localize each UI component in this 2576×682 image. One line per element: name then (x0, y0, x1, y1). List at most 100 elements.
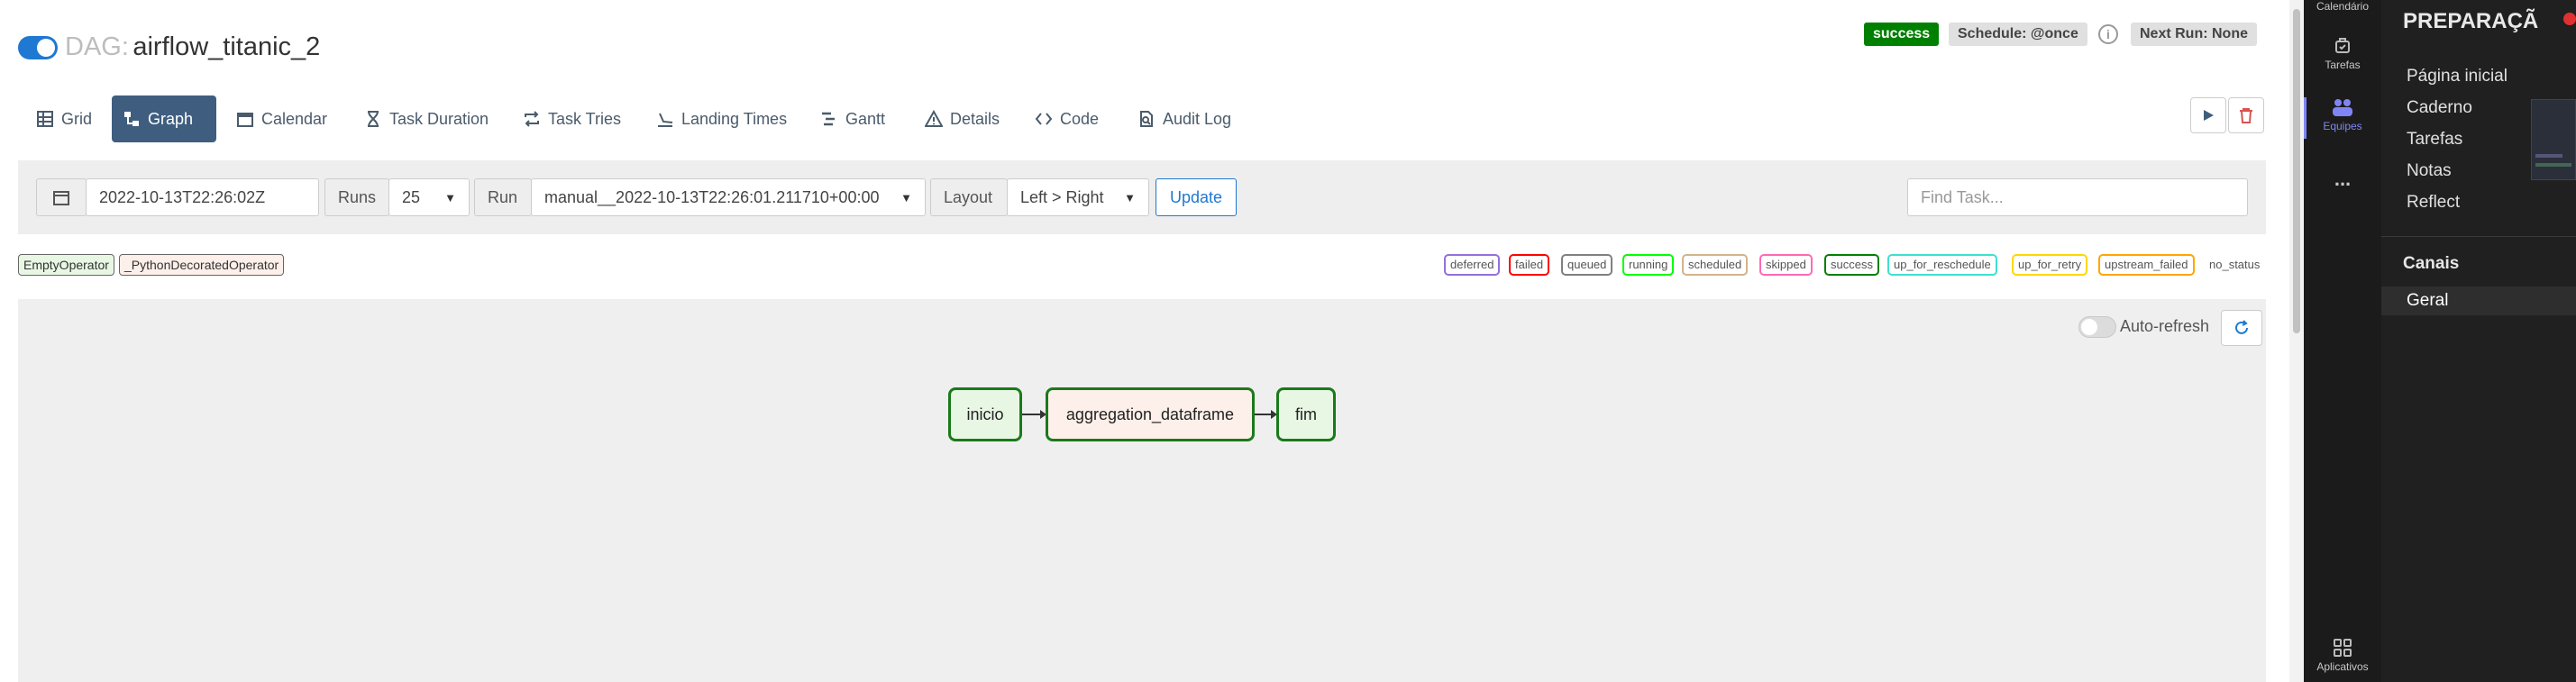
info-icon[interactable]: i (2098, 24, 2118, 44)
state-scheduled: scheduled (1682, 254, 1749, 276)
graph-canvas[interactable] (18, 299, 2266, 682)
rail-item-label: Equipes (2323, 120, 2362, 132)
graph-controls-bar: 2022-10-13T22:26:02Z Runs 25 ▼ Run manua… (18, 160, 2266, 234)
tab-audit-log[interactable]: Audit Log (1127, 95, 1242, 142)
dag-title: DAG: airflow_titanic_2 (65, 32, 320, 62)
tab-grid[interactable]: Grid (25, 95, 103, 142)
auto-refresh-toggle[interactable] (2078, 316, 2116, 338)
state-no-status: no_status (2209, 258, 2261, 271)
nav-link-tasks[interactable]: Tarefas (2407, 130, 2462, 150)
tab-calendar[interactable]: Calendar (225, 95, 338, 142)
rail-item-label: Tarefas (2325, 59, 2361, 71)
find-task-input[interactable]: Find Task... (1907, 178, 2248, 216)
tab-graph[interactable]: Graph (112, 95, 216, 142)
tab-label: Audit Log (1163, 109, 1232, 128)
rail-item-tasks[interactable]: Tarefas (2304, 36, 2381, 71)
nav-link-home[interactable]: Página inicial (2407, 67, 2507, 86)
tab-gantt[interactable]: Gantt (809, 95, 896, 142)
tab-details[interactable]: Details (914, 95, 1010, 142)
channel-label: Geral (2407, 291, 2449, 310)
runs-label: Runs (324, 178, 389, 216)
tasks-icon (2335, 38, 2350, 53)
operator-legend-empty: EmptyOperator (18, 254, 114, 276)
state-queued: queued (1561, 254, 1613, 276)
rail-item-calendar[interactable]: Calendário (2304, 0, 2381, 13)
nav-link-notes[interactable]: Notas (2407, 161, 2452, 181)
run-select[interactable]: manual__2022-10-13T22:26:01.211710+00:00… (531, 178, 926, 216)
rail-item-label: Calendário (2316, 0, 2370, 13)
channels-heading: Canais (2403, 254, 2460, 273)
airflow-app: DAG: airflow_titanic_2 success Schedule:… (0, 0, 2289, 682)
dag-prefix: DAG: (65, 32, 129, 61)
panel-divider (2381, 236, 2576, 237)
update-button[interactable]: Update (1156, 178, 1237, 216)
task-node-aggregation-dataframe[interactable]: aggregation_dataframe (1046, 387, 1255, 441)
team-thumbnail (2531, 99, 2576, 180)
tab-task-duration[interactable]: Task Duration (353, 95, 499, 142)
tab-task-tries[interactable]: Task Tries (512, 95, 632, 142)
code-icon (1035, 113, 1053, 125)
rail-item-label: Aplicativos (2316, 660, 2369, 673)
rail-item-apps[interactable]: Aplicativos (2304, 638, 2381, 673)
delete-dag-button[interactable] (2228, 97, 2264, 133)
tab-code[interactable]: Code (1024, 95, 1110, 142)
apps-icon (2334, 639, 2352, 657)
tab-landing-times[interactable]: Landing Times (645, 95, 798, 142)
teams-channel-panel: PREPARAÇÃ Página inicial Caderno Tarefas… (2381, 0, 2576, 682)
state-skipped: skipped (1759, 254, 1813, 276)
channel-item-geral[interactable]: Geral (2381, 286, 2576, 315)
nav-link-reflect[interactable]: Reflect (2407, 193, 2460, 213)
warning-icon (925, 110, 943, 127)
state-failed: failed (1509, 254, 1550, 276)
layout-label: Layout (930, 178, 1008, 216)
grid-icon (37, 111, 53, 127)
tab-label: Graph (148, 109, 194, 128)
tab-label: Landing Times (681, 109, 788, 128)
date-picker-button[interactable] (36, 178, 87, 216)
trigger-dag-button[interactable] (2190, 97, 2226, 133)
chevron-down-icon: ▼ (900, 190, 912, 205)
dag-pause-toggle[interactable] (18, 36, 58, 59)
rail-item-teams[interactable]: Equipes (2304, 97, 2381, 139)
page-scrollbar[interactable] (2289, 0, 2304, 682)
schedule-badge: Schedule: @once (1949, 23, 2087, 46)
hourglass-icon (368, 111, 379, 127)
tab-label: Grid (61, 109, 93, 128)
more-icon[interactable]: ... (2304, 168, 2381, 191)
tab-label: Task Tries (548, 109, 622, 128)
state-upstream-failed: upstream_failed (2098, 254, 2195, 276)
layout-value: Left > Right (1020, 187, 1104, 206)
execution-date-input[interactable]: 2022-10-13T22:26:02Z (86, 178, 319, 216)
operator-legend-python: _PythonDecoratedOperator (119, 254, 285, 276)
state-deferred: deferred (1444, 254, 1501, 276)
task-node-inicio[interactable]: inicio (948, 387, 1022, 441)
state-up-for-reschedule: up_for_reschedule (1887, 254, 1997, 276)
play-icon (2204, 110, 2214, 121)
layout-select[interactable]: Left > Right ▼ (1007, 178, 1149, 216)
tab-label: Gantt (845, 109, 886, 128)
edge-arrow-icon (1022, 410, 1046, 419)
chevron-down-icon: ▼ (444, 190, 456, 205)
teams-icon (2333, 99, 2352, 116)
nav-link-notebook[interactable]: Caderno (2407, 98, 2472, 118)
tab-label: Task Duration (389, 109, 489, 128)
tab-label: Calendar (261, 109, 328, 128)
trash-icon (2240, 108, 2252, 123)
state-success: success (1824, 254, 1879, 276)
edge-arrow-icon (1255, 410, 1277, 419)
teams-app-rail: Calendário Tarefas Equipes ... Aplicativ… (2304, 0, 2381, 682)
runs-select[interactable]: 25 ▼ (388, 178, 470, 216)
state-running: running (1622, 254, 1675, 276)
task-node-fim[interactable]: fim (1276, 387, 1336, 441)
dag-name: airflow_titanic_2 (132, 32, 321, 61)
run-value: manual__2022-10-13T22:26:01.211710+00:00 (544, 187, 880, 206)
refresh-button[interactable] (2221, 310, 2262, 346)
next-run-badge: Next Run: None (2131, 23, 2257, 46)
audit-log-icon (1140, 111, 1153, 127)
runs-value: 25 (402, 187, 421, 206)
graph-icon (124, 112, 139, 126)
chevron-down-icon: ▼ (1124, 190, 1136, 205)
retry-icon (525, 111, 539, 127)
team-title: PREPARAÇÃ (2403, 9, 2539, 33)
tab-label: Code (1060, 109, 1100, 128)
